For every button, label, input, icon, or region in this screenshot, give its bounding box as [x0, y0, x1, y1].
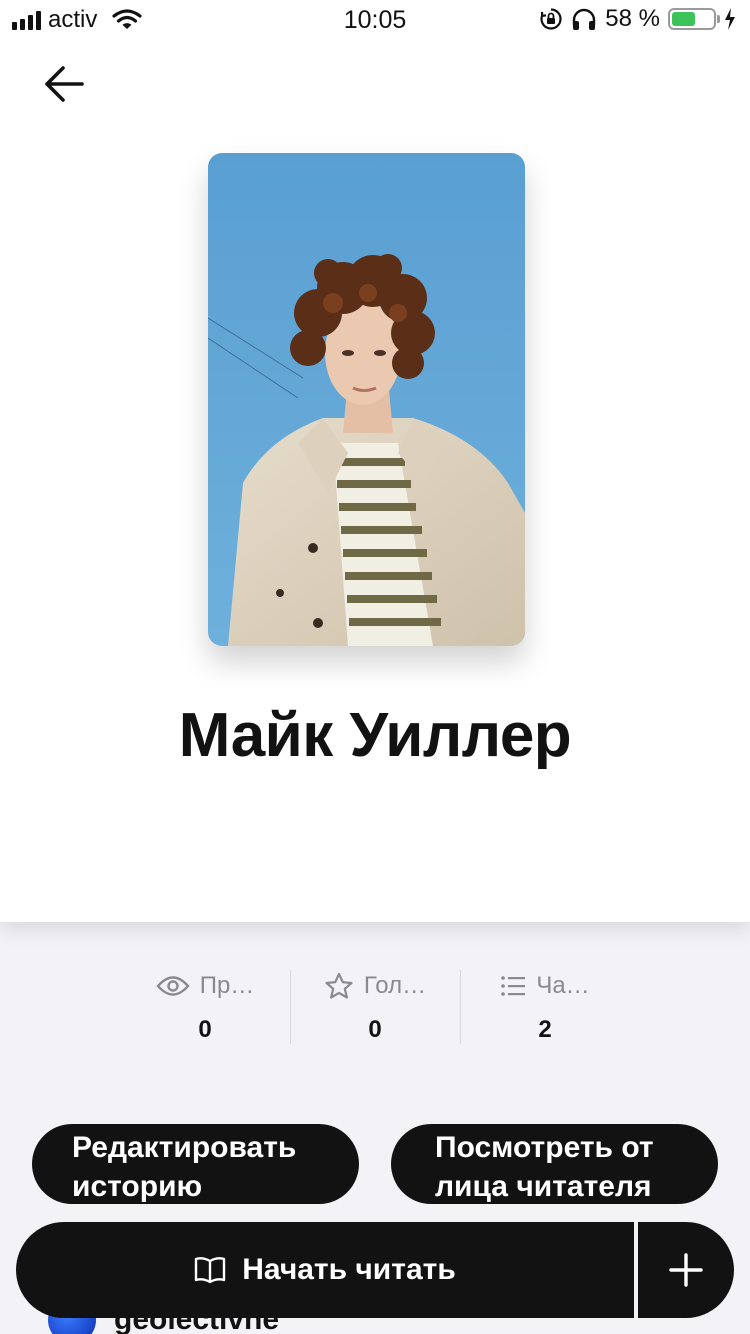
- stat-label: Гол…: [363, 972, 427, 999]
- stat-label: Ча…: [536, 972, 590, 999]
- list-icon: [501, 976, 526, 996]
- stat-value: 2: [538, 1016, 552, 1043]
- headphones-icon: [573, 8, 596, 30]
- battery-icon: [668, 8, 720, 30]
- edit-story-button[interactable]: Редактировать историю: [32, 1124, 359, 1204]
- book-icon: [195, 1257, 226, 1284]
- battery-fill: [672, 12, 696, 26]
- back-button[interactable]: [36, 58, 92, 110]
- status-bar: activ 10:05 58 %: [0, 0, 750, 40]
- start-reading-label: Начать читать: [242, 1253, 456, 1286]
- plus-icon: [669, 1253, 703, 1287]
- charging-icon: [725, 8, 735, 30]
- eye-icon: [156, 976, 190, 996]
- stat-reads[interactable]: Пр… 0: [120, 968, 290, 1046]
- arrow-left-icon: [45, 66, 84, 102]
- stat-parts[interactable]: Ча… 2: [460, 968, 630, 1046]
- cover-photo: [208, 153, 525, 646]
- stat-label: Пр…: [199, 972, 255, 999]
- preview-as-reader-button[interactable]: Посмотреть от лица читателя: [391, 1124, 718, 1204]
- start-reading-button[interactable]: Начать читать: [16, 1222, 634, 1318]
- add-to-library-button[interactable]: [638, 1222, 734, 1318]
- star-icon: [325, 972, 353, 999]
- story-header-card: activ 10:05 58 % Майк Уиллер: [0, 0, 750, 922]
- story-stats: Пр… 0 Гол… 0 Ча… 2: [120, 968, 630, 1046]
- battery-percent: 58 %: [605, 5, 660, 32]
- story-cover-image[interactable]: [208, 153, 525, 646]
- stat-value: 0: [198, 1016, 212, 1043]
- stat-value: 0: [368, 1016, 382, 1043]
- story-title: Майк Уиллер: [178, 701, 572, 770]
- status-right: 58 %: [539, 5, 736, 33]
- stat-votes[interactable]: Гол… 0: [290, 968, 460, 1046]
- orientation-lock-icon: [540, 8, 562, 30]
